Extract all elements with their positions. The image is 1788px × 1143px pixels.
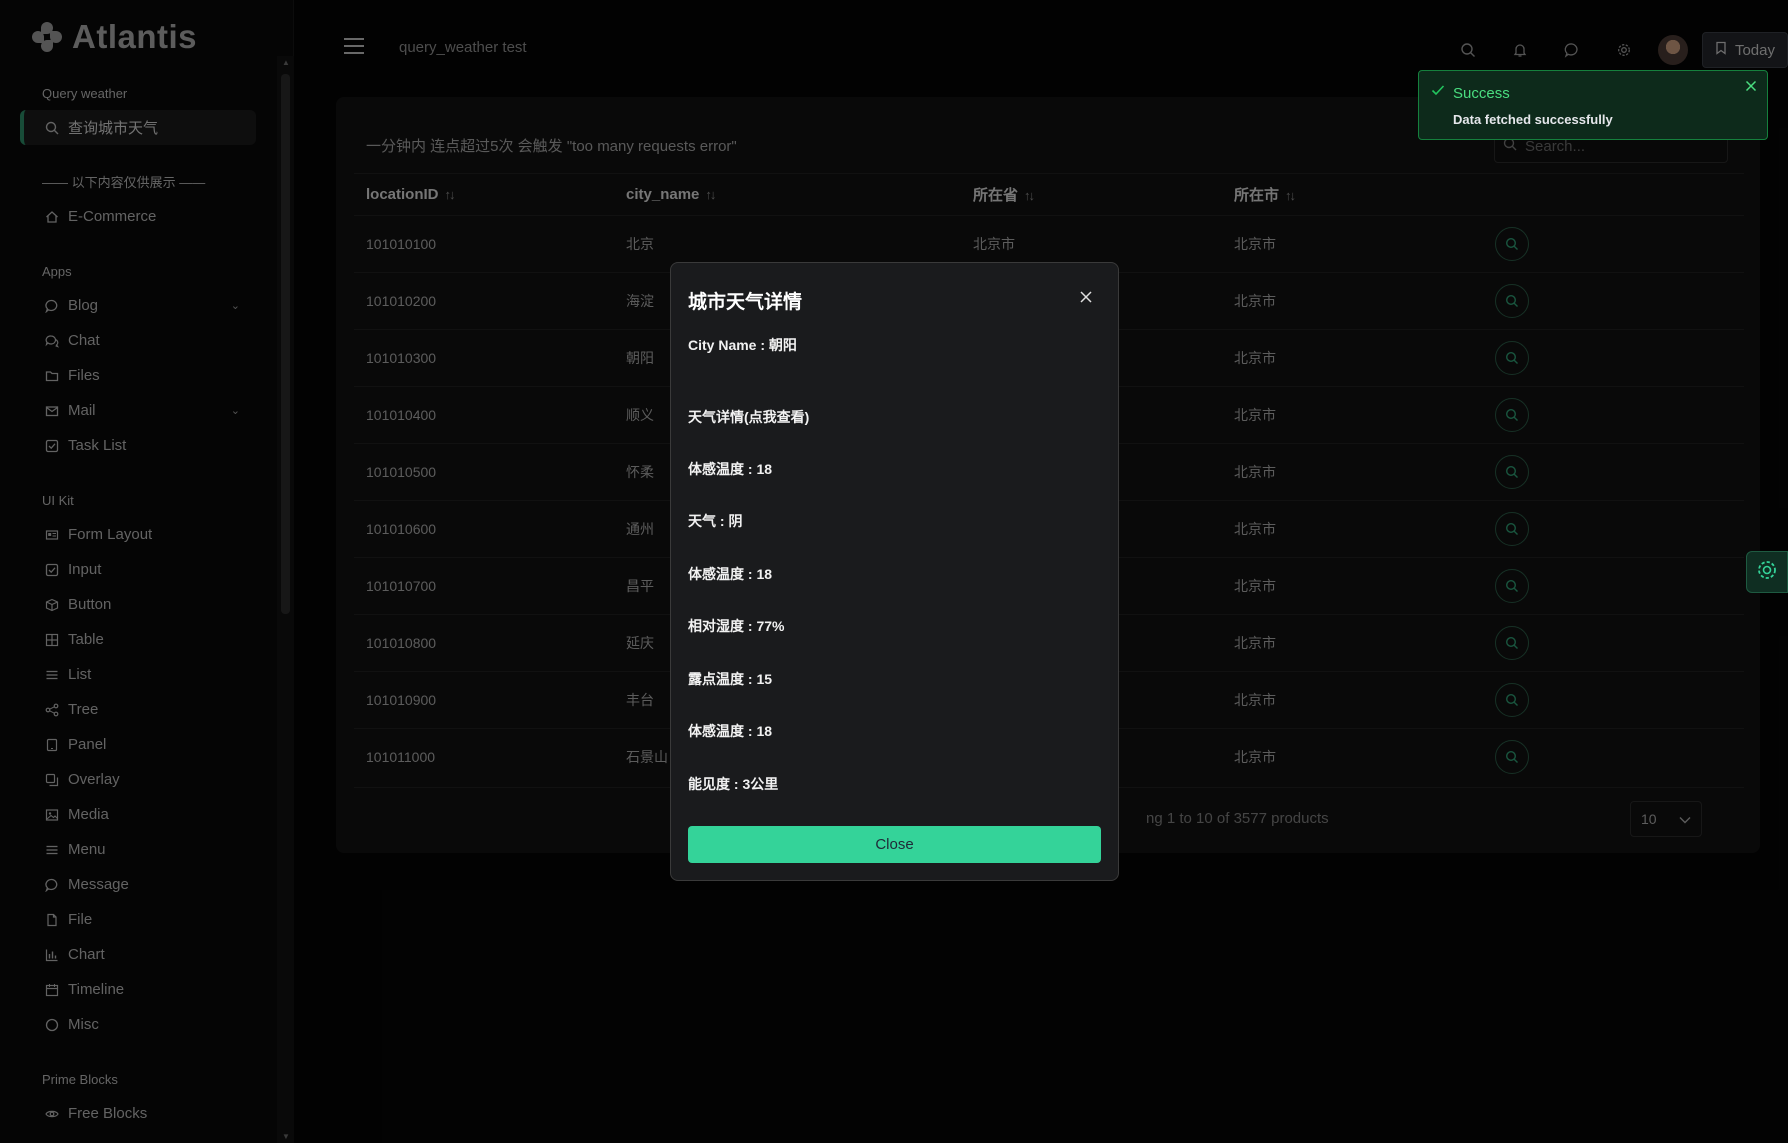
close-button[interactable]: Close [688, 826, 1101, 863]
detail-line: 露点温度 : 15 [688, 671, 773, 687]
close-icon[interactable] [1745, 79, 1757, 97]
gear-icon [1755, 558, 1779, 587]
detail-line: 天气 : 阴 [688, 513, 743, 529]
dialog-title: 城市天气详情 [688, 292, 803, 313]
detail-line: 体感温度 : 18 [688, 461, 773, 477]
layout-config-button[interactable] [1746, 551, 1788, 593]
check-icon [1431, 83, 1445, 102]
toast-summary: Success [1453, 85, 1510, 102]
toast-detail: Data fetched successfully [1453, 112, 1613, 127]
app-root: Atlantis Query weather 查询城市天气 —— 以下内容仅供展… [0, 0, 1788, 1143]
city-name-line: City Name : 朝阳 [688, 337, 797, 353]
detail-line: 体感温度 : 18 [688, 566, 773, 582]
detail-line: 相对湿度 : 77% [688, 618, 785, 634]
detail-line: 体感温度 : 18 [688, 723, 773, 739]
close-icon[interactable] [1074, 285, 1098, 309]
detail-line: 能见度 : 3公里 [688, 776, 779, 792]
success-toast: Success Data fetched successfully [1418, 70, 1768, 140]
weather-detail-dialog: 城市天气详情 City Name : 朝阳 天气详情(点我查看) 体感温度 : … [670, 262, 1119, 881]
weather-detail-link[interactable]: 天气详情(点我查看) [688, 407, 809, 427]
